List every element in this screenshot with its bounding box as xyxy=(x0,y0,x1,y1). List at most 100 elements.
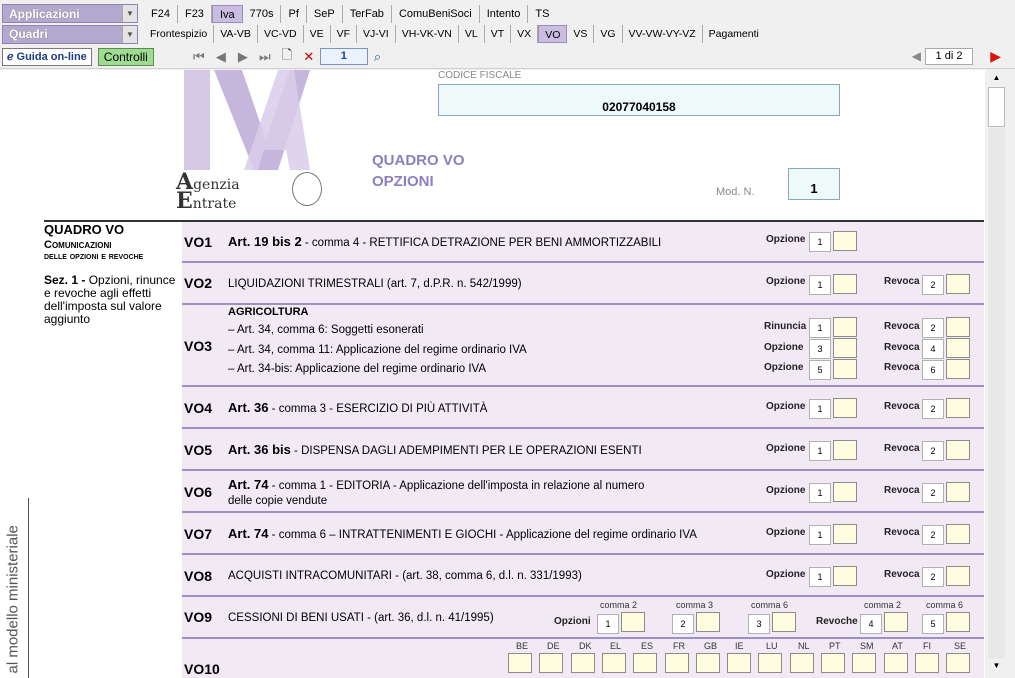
tab-vj-vi[interactable]: VJ-VI xyxy=(357,25,396,43)
online-guide-button[interactable]: ℯ Guida on-line xyxy=(2,47,92,66)
tab-terfab[interactable]: TerFab xyxy=(343,4,392,23)
vo2-revoca-checkbox[interactable] xyxy=(946,274,970,294)
scroll-thumb[interactable] xyxy=(988,87,1005,127)
tab-vv-vw-vy-vz[interactable]: VV-VW-VY-VZ xyxy=(623,25,703,43)
vo9-opzione-comma3-checkbox[interactable] xyxy=(696,612,720,632)
quadri-combo[interactable]: Quadri ▼ xyxy=(2,24,138,44)
vo6-revoca-checkbox[interactable] xyxy=(946,482,970,502)
vo10-country-checkbox-fr[interactable] xyxy=(665,653,689,673)
vo9-revoca-comma6-checkbox[interactable] xyxy=(946,612,970,632)
vo9-revoca-comma2-checkbox[interactable] xyxy=(884,612,908,632)
vo10-country-checkbox-lu[interactable] xyxy=(758,653,782,673)
tab-f23[interactable]: F23 xyxy=(178,4,212,23)
next-page-icon[interactable]: ▶ xyxy=(990,48,1001,65)
tab-iva[interactable]: Iva xyxy=(211,4,243,23)
scroll-up-icon[interactable]: ▲ xyxy=(988,70,1005,86)
scroll-down-icon[interactable]: ▼ xyxy=(988,658,1005,674)
chevron-down-icon[interactable]: ▼ xyxy=(122,25,137,43)
vo7-revoca-checkbox[interactable] xyxy=(946,524,970,544)
last-record-icon[interactable]: ⏭ xyxy=(258,49,272,65)
search-record-icon[interactable]: ⌕ xyxy=(374,49,381,65)
vo2-opzione-checkbox[interactable] xyxy=(833,274,857,294)
new-record-icon[interactable]: 🗋 xyxy=(280,46,294,68)
vo3-revoca-2-checkbox[interactable] xyxy=(946,338,970,358)
tab-pagamenti[interactable]: Pagamenti xyxy=(703,25,765,43)
codice-fiscale-label: CODICE FISCALE xyxy=(438,70,522,81)
tab-ts[interactable]: TS xyxy=(528,5,556,23)
tab-vl[interactable]: VL xyxy=(459,25,485,43)
vo4-revoca-checkbox[interactable] xyxy=(946,398,970,418)
vo10-country-checkbox-be[interactable] xyxy=(508,653,532,673)
codice-fiscale-field[interactable]: 02077040158 xyxy=(438,84,840,116)
tab-vg[interactable]: VG xyxy=(594,25,623,43)
vo5-revoca-checkbox[interactable] xyxy=(946,440,970,460)
controls-button[interactable]: Controlli xyxy=(97,47,154,66)
vo10-country-checkbox-fi[interactable] xyxy=(915,653,939,673)
tab-vh-vk-vn[interactable]: VH-VK-VN xyxy=(396,25,459,43)
row-subline-2: – Art. 34, comma 11: Applicazione del re… xyxy=(228,344,527,356)
row-text: - comma 6 – INTRATTENIMENTI E GIOCHI - A… xyxy=(268,529,697,541)
vo9-opzione-comma2-checkbox[interactable] xyxy=(621,612,645,632)
tab-sep[interactable]: SeP xyxy=(307,4,343,23)
vo3-revoca-1-checkbox[interactable] xyxy=(946,317,970,337)
vo8-revoca-checkbox[interactable] xyxy=(946,566,970,586)
vo10-country-checkbox-dk[interactable] xyxy=(571,653,595,673)
tab-770s[interactable]: 770s xyxy=(243,4,282,23)
tab-ve[interactable]: VE xyxy=(304,25,331,43)
vo10-country-checkbox-ie[interactable] xyxy=(727,653,751,673)
vo5-opzione-checkbox[interactable] xyxy=(833,440,857,460)
previous-page-icon[interactable]: ◀ xyxy=(912,49,921,63)
tab-f24[interactable]: F24 xyxy=(144,4,178,23)
vo3-rinuncia-checkbox[interactable] xyxy=(833,317,857,337)
vo3-revoca-3-checkbox[interactable] xyxy=(946,359,970,379)
vo10-country-checkbox-el[interactable] xyxy=(602,653,626,673)
vo7-opzione-checkbox[interactable] xyxy=(833,524,857,544)
row-description: Art. 36 - comma 3 - ESERCIZIO DI PIÙ ATT… xyxy=(228,400,487,417)
italian-emblem-icon xyxy=(292,172,322,206)
vo10-country-checkbox-es[interactable] xyxy=(633,653,657,673)
row-code: VO6 xyxy=(184,484,213,500)
tab-pf[interactable]: Pf xyxy=(281,4,307,23)
applications-combo[interactable]: Applicazioni ▼ xyxy=(2,4,138,23)
scroll-track[interactable] xyxy=(988,128,1005,658)
vo10-country-checkbox-sm[interactable] xyxy=(852,653,876,673)
next-record-icon[interactable]: ▶ xyxy=(236,49,250,65)
tab-vc-vd[interactable]: VC-VD xyxy=(258,25,304,43)
row-code: VO10 xyxy=(184,661,220,677)
vo4-opzione-checkbox[interactable] xyxy=(833,398,857,418)
tab-vo[interactable]: VO xyxy=(538,25,568,43)
record-number-field[interactable]: 1 xyxy=(319,48,368,65)
delete-record-icon[interactable]: ✕ xyxy=(302,49,316,65)
row-vo1: VO1 Art. 19 bis 2 - comma 4 - RETTIFICA … xyxy=(182,222,984,263)
tab-vs[interactable]: VS xyxy=(567,25,595,43)
quadri-combo-label: Quadri xyxy=(9,27,48,41)
tab-vf[interactable]: VF xyxy=(331,25,358,43)
vo10-country-checkbox-at[interactable] xyxy=(884,653,908,673)
modulo-number-field[interactable]: 1 xyxy=(788,168,840,200)
previous-record-icon[interactable]: ◀ xyxy=(214,49,228,65)
row-article: Art. 36 bis xyxy=(228,442,291,457)
tab-frontespizio[interactable]: Frontespizio xyxy=(144,25,215,43)
vo10-country-checkbox-gb[interactable] xyxy=(696,653,720,673)
vo8-opzione-checkbox[interactable] xyxy=(833,566,857,586)
tab-comubenisoci[interactable]: ComuBeniSoci xyxy=(392,4,480,23)
vo10-country-checkbox-pt[interactable] xyxy=(821,653,845,673)
tab-intento[interactable]: Intento xyxy=(480,4,529,23)
vo3-opzione-2-checkbox[interactable] xyxy=(833,359,857,379)
chevron-down-icon[interactable]: ▼ xyxy=(122,5,137,22)
revoca-label: Revoca xyxy=(884,321,920,332)
tab-vx[interactable]: VX xyxy=(511,25,539,43)
vo6-opzione-checkbox[interactable] xyxy=(833,482,857,502)
vo10-country-checkbox-de[interactable] xyxy=(539,653,563,673)
tab-va-vb[interactable]: VA-VB xyxy=(214,25,258,43)
vo10-country-checkbox-nl[interactable] xyxy=(790,653,814,673)
row-text: ACQUISTI INTRACOMUNITARI - (art. 38, com… xyxy=(228,570,582,582)
vo9-opzione-comma6-checkbox[interactable] xyxy=(772,612,796,632)
tab-vt[interactable]: VT xyxy=(485,25,512,43)
first-record-icon[interactable]: ⏮ xyxy=(192,49,206,65)
vo3-opzione-1-checkbox[interactable] xyxy=(833,338,857,358)
row-description: Art. 74 - comma 1 - EDITORIA - Applicazi… xyxy=(228,477,644,509)
vo10-country-checkbox-se[interactable] xyxy=(946,653,970,673)
vertical-scrollbar[interactable]: ▲ ▼ xyxy=(985,70,1015,678)
vo1-opzione-checkbox[interactable] xyxy=(833,231,857,251)
